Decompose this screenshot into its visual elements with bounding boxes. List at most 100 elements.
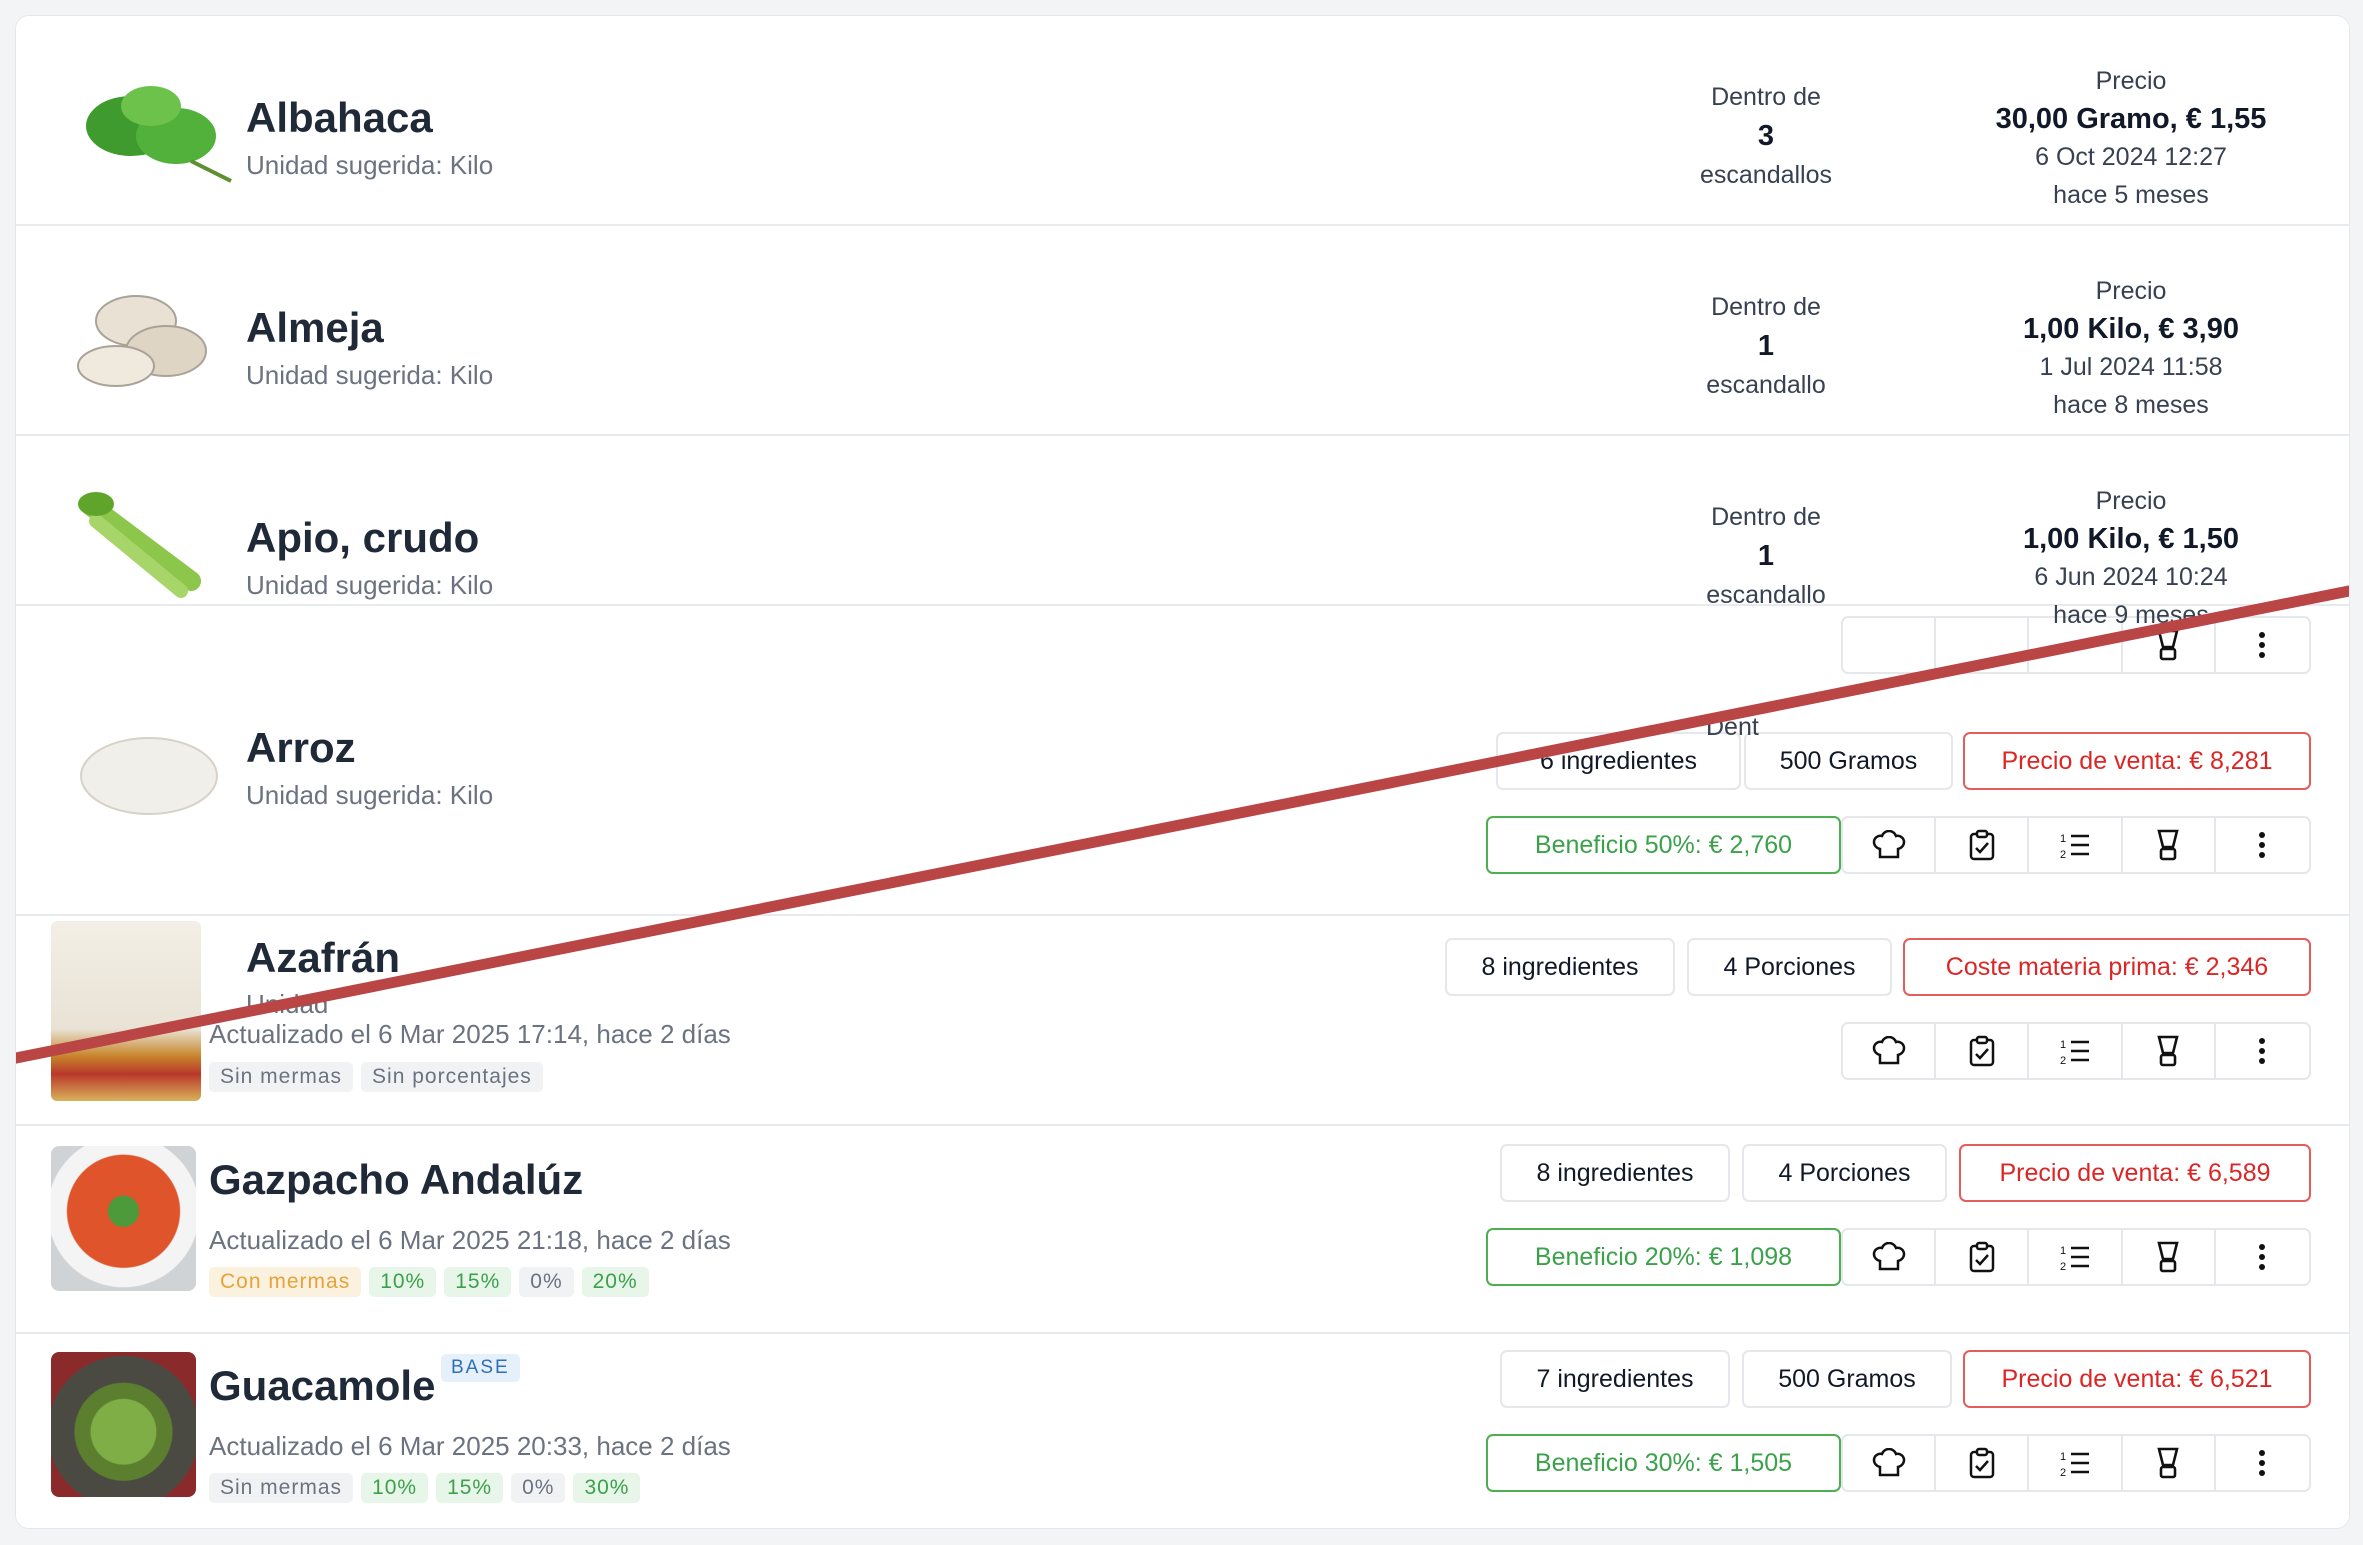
sale-price-button[interactable]: Precio de venta: € 6,521 — [1963, 1350, 2311, 1408]
chef-hat-icon[interactable] — [1843, 1024, 1937, 1078]
tag: Con mermas — [209, 1267, 362, 1297]
ingredients-count-button[interactable]: 7 ingredientes — [1500, 1350, 1730, 1408]
usage-unit: escandallo — [1706, 581, 1826, 609]
more-vertical-icon[interactable] — [2216, 1024, 2309, 1078]
ingredient-image — [74, 721, 224, 821]
ingredient-image — [66, 281, 226, 401]
ingredient-name[interactable]: Almeja — [246, 304, 384, 352]
price-ago: hace 8 meses — [2053, 391, 2209, 419]
clipboard-check-icon[interactable] — [1936, 818, 2030, 872]
numbered-list-icon[interactable]: 12 — [2029, 1230, 2123, 1284]
numbered-list-icon[interactable]: 12 — [2029, 1436, 2123, 1490]
profit-button[interactable]: Beneficio 50%: € 2,760 — [1486, 816, 1841, 874]
recipe-tags: Sin mermas 10% 15% 0% 30% — [209, 1473, 648, 1503]
svg-text:1: 1 — [2060, 1039, 2066, 1051]
more-vertical-icon[interactable] — [2216, 818, 2309, 872]
ingredient-image — [71, 76, 241, 186]
price-info: Precio 30,00 Gramo, € 1,55 6 Oct 2024 12… — [1941, 62, 2321, 214]
recipe-tags: Con mermas 10% 15% 0% 20% — [209, 1267, 657, 1297]
usage-label-partial: Dent — [1706, 713, 1759, 741]
chef-hat-icon[interactable] — [1843, 618, 1937, 672]
recipe-name[interactable]: Gazpacho Andalúz — [209, 1156, 583, 1204]
svg-text:2: 2 — [2060, 1467, 2066, 1478]
recipe-toolbar: 12 — [1841, 1022, 2311, 1080]
usage-label: Dentro de — [1711, 293, 1821, 321]
tag: 10% — [369, 1267, 437, 1297]
price-label: Precio — [2095, 487, 2167, 515]
ingredient-name[interactable]: Albahaca — [246, 94, 433, 142]
blender-icon[interactable] — [2123, 1230, 2216, 1284]
blender-icon[interactable] — [2123, 818, 2216, 872]
tag: 20% — [581, 1267, 649, 1297]
recipe-updated: Actualizado el 6 Mar 2025 20:33, hace 2 … — [209, 1431, 731, 1461]
price-value[interactable]: 1,00 Kilo, € 3,90 — [1941, 310, 2321, 348]
svg-text:2: 2 — [2060, 1055, 2066, 1066]
tag: Sin mermas — [209, 1062, 354, 1092]
clipboard-check-icon[interactable] — [1936, 1436, 2030, 1490]
usage-count[interactable]: 1 — [1646, 327, 1886, 366]
yield-button[interactable]: 500 Gramos — [1742, 1350, 1952, 1408]
recipe-thumbnail — [51, 921, 201, 1101]
ingredients-count-button[interactable]: 6 ingredientes — [1496, 732, 1741, 790]
usage-unit: escandallos — [1699, 161, 1833, 189]
ingredient-row-arroz[interactable] — [16, 646, 1486, 856]
chef-hat-icon[interactable] — [1843, 1230, 1937, 1284]
tag: 0% — [511, 1473, 566, 1503]
recipe-tags: Sin mermas Sin porcentajes — [209, 1062, 551, 1092]
numbered-list-icon[interactable]: 12 — [2029, 1024, 2123, 1078]
sale-price-button[interactable]: Precio de venta: € 8,281 — [1963, 732, 2311, 790]
profit-button[interactable]: Beneficio 30%: € 1,505 — [1486, 1434, 1841, 1492]
yield-button[interactable]: 4 Porciones — [1687, 938, 1892, 996]
clipboard-check-icon[interactable] — [1936, 1024, 2030, 1078]
svg-text:1: 1 — [2060, 1245, 2066, 1257]
ingredient-name[interactable]: Azafrán — [246, 934, 400, 982]
clipboard-check-icon[interactable] — [1936, 1230, 2030, 1284]
svg-text:2: 2 — [2060, 849, 2066, 860]
suggested-unit: Unidad sugerida: Kilo — [246, 360, 494, 390]
price-info: Precio 1,00 Kilo, € 1,50 6 Jun 2024 10:2… — [1941, 482, 2321, 634]
svg-text:2: 2 — [2060, 1261, 2066, 1272]
recipe-updated: Actualizado el 6 Mar 2025 17:14, hace 2 … — [209, 1019, 731, 1049]
chef-hat-icon[interactable] — [1843, 1436, 1937, 1490]
recipe-toolbar: 12 — [1841, 1434, 2311, 1492]
ingredient-name[interactable]: Apio, crudo — [246, 514, 479, 562]
usage-count[interactable]: 1 — [1646, 537, 1886, 576]
tag: 0% — [519, 1267, 574, 1297]
yield-button[interactable]: 4 Porciones — [1742, 1144, 1947, 1202]
blender-icon[interactable] — [2123, 1024, 2216, 1078]
ingredient-name[interactable]: Arroz — [246, 724, 356, 772]
price-ago: hace 9 meses — [2053, 601, 2209, 629]
recipe-name[interactable]: Guacamole — [209, 1362, 435, 1410]
sale-price-button[interactable]: Precio de venta: € 6,589 — [1959, 1144, 2311, 1202]
suggested-unit: Unidad sugerida: Kilo — [246, 150, 494, 180]
base-badge: BASE — [441, 1354, 520, 1382]
price-value[interactable]: 1,00 Kilo, € 1,50 — [1941, 520, 2321, 558]
price-date: 1 Jul 2024 11:58 — [2039, 353, 2223, 381]
price-label: Precio — [2095, 277, 2167, 305]
more-vertical-icon[interactable] — [2216, 1230, 2309, 1284]
price-ago: hace 5 meses — [2053, 181, 2209, 209]
tag: 30% — [573, 1473, 641, 1503]
profit-button[interactable]: Beneficio 20%: € 1,098 — [1486, 1228, 1841, 1286]
recipe-toolbar: 12 — [1841, 1228, 2311, 1286]
ingredients-count-button[interactable]: 8 ingredientes — [1445, 938, 1675, 996]
svg-text:1: 1 — [2060, 1451, 2066, 1463]
price-value[interactable]: 30,00 Gramo, € 1,55 — [1941, 100, 2321, 138]
recipe-usage: Dentro de 1 escandallo — [1646, 498, 1886, 615]
usage-label: Dentro de — [1711, 503, 1821, 531]
chef-hat-icon[interactable] — [1843, 818, 1937, 872]
numbered-list-icon[interactable]: 12 — [2029, 818, 2123, 872]
usage-count[interactable]: 3 — [1646, 117, 1886, 156]
ingredients-count-button[interactable]: 8 ingredientes — [1500, 1144, 1730, 1202]
recipe-thumbnail — [51, 1146, 196, 1291]
blender-icon[interactable] — [2123, 1436, 2216, 1490]
tag: Sin porcentajes — [361, 1062, 543, 1092]
recipe-usage: Dentro de 3 escandallos — [1646, 78, 1886, 195]
list-panel: 6 ingredientes 500 Gramos Precio de vent… — [15, 15, 2350, 1529]
price-info: Precio 1,00 Kilo, € 3,90 1 Jul 2024 11:5… — [1941, 272, 2321, 424]
suggested-unit: Unidad sugerida: Kilo — [246, 570, 494, 600]
raw-cost-button[interactable]: Coste materia prima: € 2,346 — [1903, 938, 2311, 996]
more-vertical-icon[interactable] — [2216, 1436, 2309, 1490]
tag: Sin mermas — [209, 1473, 354, 1503]
ingredient-image — [71, 486, 231, 606]
